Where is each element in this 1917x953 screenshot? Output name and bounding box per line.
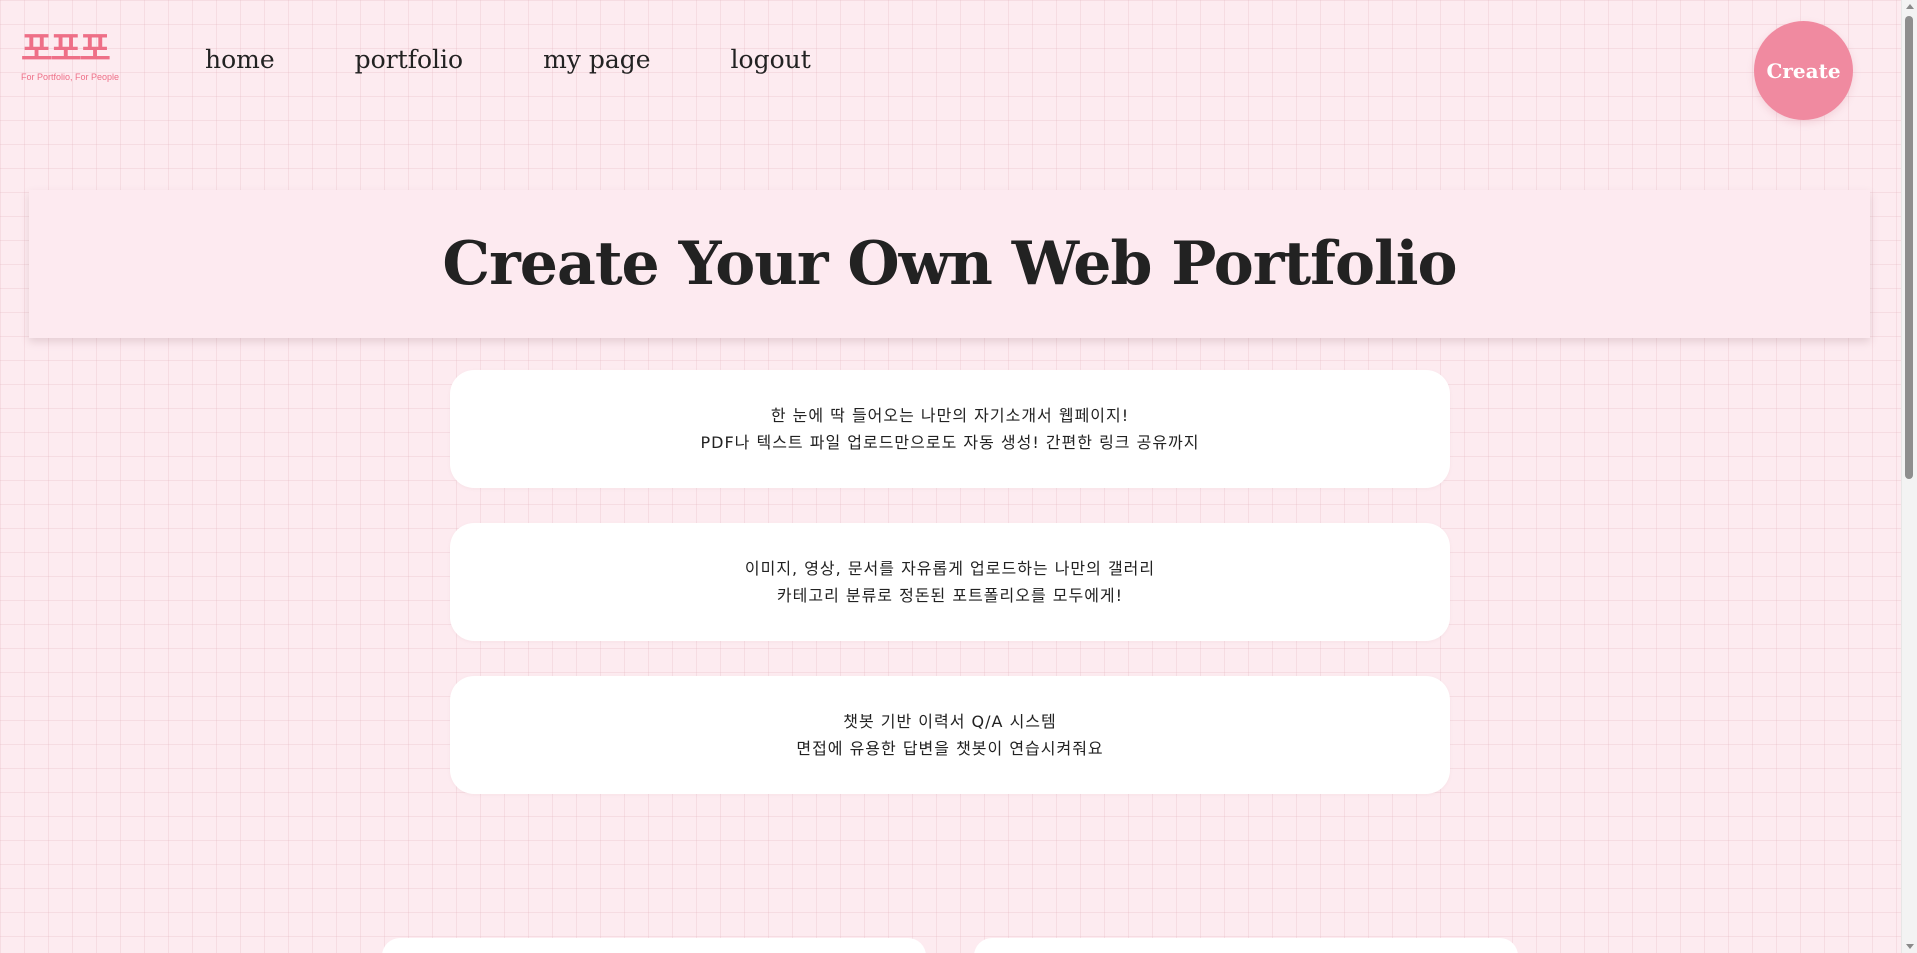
vertical-scrollbar[interactable] [1901, 0, 1917, 953]
bottom-card-left [382, 938, 926, 953]
feature-headline: 챗봇 기반 이력서 Q/A 시스템 [843, 712, 1057, 731]
feature-headline: 한 눈에 딱 들어오는 나만의 자기소개서 웹페이지! [770, 406, 1130, 425]
nav-logout-link[interactable]: logout [731, 40, 811, 80]
top-nav: home portfolio my page logout [205, 40, 891, 80]
logo-mark: 포포포 [21, 29, 111, 69]
nav-portfolio-link[interactable]: portfolio [355, 40, 463, 80]
nav-my-page-link[interactable]: my page [543, 40, 650, 80]
feature-description: PDF나 텍스트 파일 업로드만으로도 자동 생성! 간편한 링크 공유까지 [700, 433, 1200, 452]
hero-banner: Create Your Own Web Portfolio [29, 190, 1870, 338]
brand-logo[interactable]: 포포포 For Portfolio, For People [21, 30, 129, 86]
feature-description: 카테고리 분류로 정돈된 포트폴리오를 모두에게! [776, 586, 1124, 605]
feature-card-chatbot: 챗봇 기반 이력서 Q/A 시스템 면접에 유용한 답변을 챗봇이 연습시켜줘요 [450, 676, 1450, 794]
page-title: Create Your Own Web Portfolio [442, 229, 1457, 299]
feature-card-gallery: 이미지, 영상, 문서를 자유롭게 업로드하는 나만의 갤러리 카테고리 분류로… [450, 523, 1450, 641]
feature-description: 면접에 유용한 답변을 챗봇이 연습시켜줘요 [796, 739, 1104, 758]
scroll-down-arrow-icon[interactable] [1906, 944, 1914, 949]
feature-headline: 이미지, 영상, 문서를 자유롭게 업로드하는 나만의 갤러리 [744, 559, 1156, 578]
scroll-up-arrow-icon[interactable] [1906, 4, 1914, 9]
scrollbar-thumb[interactable] [1905, 16, 1913, 479]
bottom-card-right [974, 938, 1518, 953]
nav-home-link[interactable]: home [205, 40, 275, 80]
logo-tagline: For Portfolio, For People [21, 72, 120, 82]
feature-card-self-intro: 한 눈에 딱 들어오는 나만의 자기소개서 웹페이지! PDF나 텍스트 파일 … [450, 370, 1450, 488]
create-button[interactable]: Create [1754, 21, 1853, 120]
